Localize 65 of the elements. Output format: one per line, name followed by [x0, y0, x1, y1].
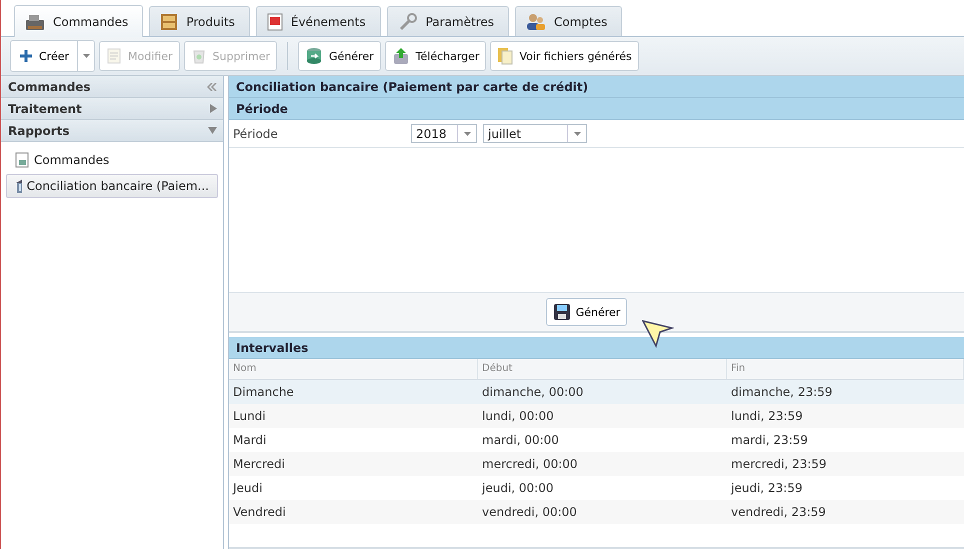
- caret-icon: [464, 132, 470, 136]
- report-item[interactable]: Conciliation bancaire (Paiem...: [6, 174, 218, 198]
- tab[interactable]: Commandes: [14, 5, 144, 37]
- triangle-right-icon: [210, 104, 217, 113]
- table-cell-text: jeudi, 00:00: [480, 481, 554, 495]
- tab[interactable]: Comptes: [515, 6, 622, 36]
- plus-icon: [19, 49, 33, 63]
- calendar-icon: [266, 12, 283, 30]
- collapse-icon[interactable]: [207, 82, 217, 90]
- year-select[interactable]: 2018: [411, 124, 477, 143]
- table-cell-text: jeudi, 23:59: [730, 481, 804, 495]
- table-cell-text: mercredi, 00:00: [481, 457, 579, 471]
- table-cell-text: dimanche, 00:00: [481, 385, 584, 399]
- table-cell-text: Vendredi: [232, 505, 287, 519]
- cursor-icon: [642, 320, 674, 348]
- table-cell-text: Mardi: [232, 433, 268, 447]
- database-icon: [305, 47, 324, 65]
- tab[interactable]: Produits: [149, 6, 250, 36]
- section-title: Période: [229, 98, 964, 120]
- table-cell-text: vendredi, 00:00: [481, 505, 578, 519]
- table-cell-text: Dimanche: [232, 385, 295, 399]
- table-cell-text: lundi, 00:00: [481, 409, 555, 423]
- table-row[interactable]: Vendredi vendredi, 00:00 vendredi, 23:59: [229, 500, 964, 524]
- accordion-header[interactable]: Rapports: [1, 120, 223, 142]
- table-cell-text: mardi, 00:00: [481, 433, 560, 447]
- tab[interactable]: Paramètres: [386, 6, 509, 36]
- table-cell-text: vendredi, 23:59: [730, 505, 827, 519]
- save-icon: [552, 303, 571, 321]
- month-select[interactable]: juillet: [483, 124, 587, 143]
- table-cell-text: Mercredi: [232, 457, 286, 471]
- upload-icon: [392, 47, 410, 65]
- shelf-icon: [160, 12, 178, 30]
- table-row[interactable]: Dimanche dimanche, 00:00 dimanche, 23:59: [229, 380, 964, 404]
- caret-icon: [82, 54, 90, 58]
- field-label: Période: [232, 126, 279, 140]
- table-cell-text: Lundi: [232, 409, 267, 423]
- table-cell-text: Jeudi: [231, 481, 264, 495]
- trash-icon: [190, 48, 207, 64]
- create-split-button[interactable]: Créer: [10, 40, 96, 72]
- generate-button[interactable]: Générer: [546, 298, 628, 326]
- table-cell-text: mercredi, 23:59: [730, 457, 828, 471]
- folder-icon: [497, 47, 514, 65]
- users-icon: [526, 12, 546, 30]
- accordion-header[interactable]: Traitement: [1, 98, 223, 120]
- cash-register-icon: [25, 12, 45, 30]
- section-title: Rapports: [8, 124, 70, 138]
- table-cell-text: dimanche, 23:59: [730, 385, 834, 399]
- section-title: Traitement: [8, 102, 82, 116]
- toolbar-button[interactable]: Générer: [298, 41, 381, 71]
- document-icon: [15, 152, 29, 168]
- report-item[interactable]: Commandes: [6, 148, 218, 172]
- tab[interactable]: Événements: [256, 6, 381, 36]
- sidebar-title: Commandes: [8, 80, 91, 94]
- toolbar-button[interactable]: Télécharger: [384, 41, 486, 71]
- caret-icon: [574, 132, 580, 136]
- table-row[interactable]: Lundi lundi, 00:00 lundi, 23:59: [229, 404, 964, 428]
- create-button[interactable]: Créer: [11, 41, 78, 71]
- grid-title: Intervalles: [229, 337, 964, 359]
- table-cell-text: mardi, 23:59: [730, 433, 809, 447]
- note-icon: [106, 48, 122, 64]
- table-cell-text: lundi, 23:59: [730, 409, 804, 423]
- triangle-down-icon: [208, 127, 217, 134]
- table-row[interactable]: Mercredi mercredi, 00:00 mercredi, 23:59: [229, 452, 964, 476]
- panel-title: Conciliation bancaire (Paiement par carte de crédit): [229, 76, 964, 98]
- toolbar-button[interactable]: Voir fichiers générés: [490, 41, 639, 71]
